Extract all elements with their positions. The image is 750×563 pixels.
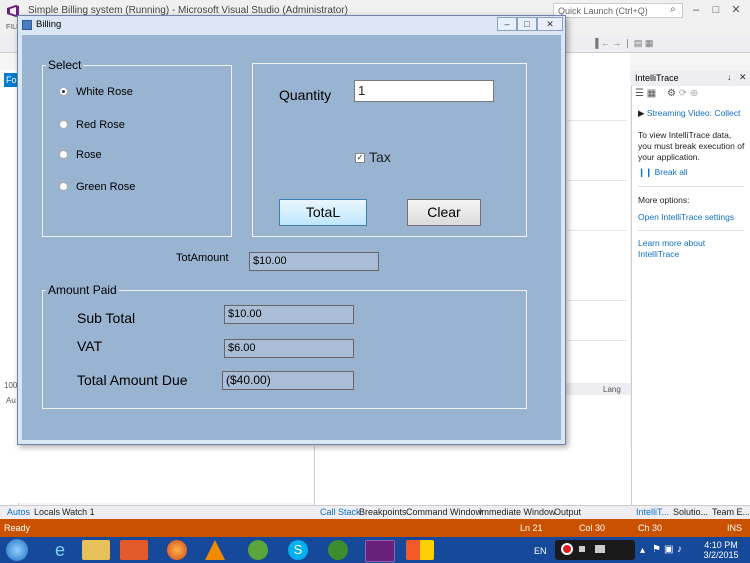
recording-tray[interactable] <box>555 540 635 560</box>
tab-locals[interactable]: Locals <box>34 507 60 517</box>
internet-explorer-icon[interactable]: e <box>46 540 74 560</box>
list-icon[interactable]: ☰ <box>635 88 644 99</box>
clear-button[interactable]: Clear <box>407 199 481 226</box>
amount-paid-group-label: Amount Paid <box>46 283 119 297</box>
tab-watch-1[interactable]: Watch 1 <box>62 507 95 517</box>
vlc-icon[interactable] <box>205 540 225 560</box>
billing-form-title: Billing <box>36 19 62 30</box>
lang-column-header: Lang <box>603 385 621 394</box>
tab-team-explorer[interactable]: Team E... <box>712 507 750 517</box>
streaming-icon: ▶ <box>638 108 645 118</box>
radio-red-rose[interactable]: Red Rose <box>59 119 125 131</box>
learn-more-link[interactable]: Learn more about IntelliTrace <box>638 238 746 260</box>
radio-button[interactable] <box>59 119 68 129</box>
call-stack-panel <box>314 446 633 506</box>
status-ready: Ready <box>4 523 31 533</box>
status-column: Col 30 <box>579 523 606 533</box>
tot-amount-label: TotAmount <box>176 252 229 264</box>
billing-form-title-bar: Billing – □ ✕ <box>18 16 565 34</box>
windows-taskbar: e S <box>0 537 750 563</box>
radio-green-rose[interactable]: Green Rose <box>59 181 135 193</box>
intellitrace-info-text: To view IntelliTrace data, you must brea… <box>638 130 745 162</box>
file-explorer-icon[interactable] <box>82 540 110 560</box>
tab-solution[interactable]: Solutio... <box>673 507 708 517</box>
quick-launch-input[interactable]: Quick Launch (Ctrl+Q) <box>553 3 683 18</box>
start-button[interactable] <box>6 539 28 561</box>
grid-icon[interactable]: ▦ <box>647 88 656 99</box>
quantity-input[interactable]: 1 <box>354 80 494 102</box>
refresh-icon[interactable]: ⟳ ⊕ <box>679 88 699 99</box>
radio-button[interactable] <box>59 181 68 191</box>
intellitrace-toolbar: ☰ ▦ ⚙ ⟳ ⊕ <box>635 88 745 102</box>
tab-command-window[interactable]: Command Window <box>406 507 482 517</box>
pin-icon[interactable]: ↓ <box>727 72 732 82</box>
camera-icon[interactable] <box>595 545 605 553</box>
clock-date: 3/2/2015 <box>703 550 739 560</box>
radio-button[interactable] <box>59 149 68 159</box>
intellitrace-header: IntelliTrace ↓ ✕ <box>631 70 750 86</box>
tot-amount-value: $10.00 <box>249 252 379 271</box>
utorrent-icon[interactable] <box>248 540 268 560</box>
firefox-icon[interactable] <box>167 540 187 560</box>
flag-icon[interactable]: ⚑ <box>652 544 661 555</box>
form-app-icon <box>22 20 32 30</box>
streaming-video-link[interactable]: ▶ Streaming Video: Collect <box>638 108 746 119</box>
tab-output[interactable]: Output <box>554 507 581 517</box>
visual-studio-taskbar-icon[interactable] <box>365 540 395 562</box>
download-manager-icon[interactable] <box>328 540 348 560</box>
close-icon[interactable]: ✕ <box>739 72 747 83</box>
status-insert-mode: INS <box>727 523 743 533</box>
tray-arrow-icon[interactable]: ▴ <box>640 545 645 556</box>
break-all-link[interactable]: ❙❙ Break all <box>638 167 746 178</box>
radio-button[interactable] <box>59 86 68 96</box>
vat-label: VAT <box>77 338 103 354</box>
record-icon[interactable] <box>561 543 573 555</box>
search-icon[interactable]: ⌕ <box>670 4 676 15</box>
clock-time: 4:10 PM <box>704 540 738 550</box>
tab-autos[interactable]: Autos <box>7 507 30 517</box>
output-strip <box>565 53 630 383</box>
windows-app-icon[interactable] <box>406 540 434 560</box>
total-button[interactable]: TotaL <box>279 199 367 226</box>
pause-icon: ❙❙ <box>638 167 653 177</box>
call-stack-header: Lang <box>565 383 631 395</box>
quantity-label: Quantity <box>279 87 332 103</box>
form-close-button[interactable]: ✕ <box>537 17 563 31</box>
skype-icon[interactable]: S <box>288 540 308 560</box>
form-minimize-button[interactable]: – <box>497 17 517 31</box>
intellitrace-title: IntelliTrace <box>635 73 679 83</box>
tab-immediate-window[interactable]: Immediate Window <box>479 507 556 517</box>
stop-icon[interactable] <box>579 546 585 552</box>
status-bar: Ready Ln 21 Col 30 Ch 30 INS <box>0 519 750 537</box>
gear-icon[interactable]: ⚙ <box>667 88 676 99</box>
status-line: Ln 21 <box>520 523 543 533</box>
tab-breakpoints[interactable]: Breakpoints <box>359 507 407 517</box>
form-maximize-button[interactable]: □ <box>517 17 537 31</box>
select-group-label: Select <box>46 58 84 72</box>
tax-checkbox[interactable]: ✓ Tax <box>355 149 391 165</box>
network-icon[interactable]: ▣ <box>664 544 673 555</box>
volume-icon[interactable]: ♪ <box>677 544 682 555</box>
more-options-label: More options: <box>638 195 690 205</box>
language-indicator[interactable]: EN <box>534 546 547 556</box>
zoom-level: 100 <box>4 381 18 390</box>
media-player-icon[interactable] <box>120 540 148 560</box>
total-due-value: ($40.00) <box>222 371 354 390</box>
radio-rose[interactable]: Rose <box>59 149 102 161</box>
open-settings-link[interactable]: Open IntelliTrace settings <box>638 212 746 223</box>
tab-call-stack[interactable]: Call Stack <box>320 507 361 517</box>
checkmark-icon[interactable]: ✓ <box>355 153 365 164</box>
sub-total-value: $10.00 <box>224 305 354 324</box>
taskbar-clock[interactable]: 4:10 PM 3/2/2015 <box>692 540 750 560</box>
bottom-tab-bar: Autos Locals Watch 1 Call Stack Breakpoi… <box>0 505 750 520</box>
vat-value: $6.00 <box>224 339 354 358</box>
vs-close-button[interactable]: ✕ <box>724 2 748 18</box>
tab-intellitrace[interactable]: IntelliT... <box>636 507 669 517</box>
status-char: Ch 30 <box>638 523 663 533</box>
autos-panel-label: Au <box>6 396 16 405</box>
radio-white-rose[interactable]: White Rose <box>59 86 133 98</box>
sub-total-label: Sub Total <box>77 310 136 326</box>
toolbar-icons[interactable]: ▐ ← → ❘ ▤ ▦ <box>592 38 653 49</box>
total-due-label: Total Amount Due <box>77 372 188 388</box>
